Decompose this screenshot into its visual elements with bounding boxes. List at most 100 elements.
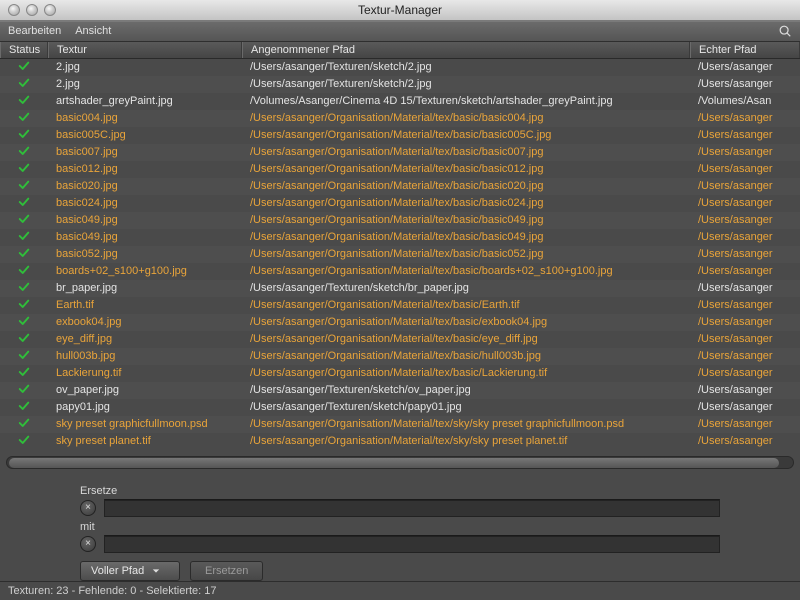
scrollbar-thumb[interactable] — [9, 458, 779, 468]
real-path-cell: /Users/asanger — [690, 146, 800, 158]
assumed-path-cell: /Users/asanger/Organisation/Material/tex… — [242, 214, 690, 226]
status-cell — [0, 247, 48, 262]
texture-cell: Earth.tif — [48, 299, 242, 311]
texture-cell: artshader_greyPaint.jpg — [48, 95, 242, 107]
assumed-path-cell: /Users/asanger/Organisation/Material/tex… — [242, 265, 690, 277]
assumed-path-cell: /Users/asanger/Organisation/Material/tex… — [242, 333, 690, 345]
table-row[interactable]: basic049.jpg/Users/asanger/Organisation/… — [0, 229, 800, 246]
table-row[interactable]: eye_diff.jpg/Users/asanger/Organisation/… — [0, 331, 800, 348]
texture-cell: sky preset graphicfullmoon.psd — [48, 418, 242, 430]
table-row[interactable]: sky preset graphicfullmoon.psd/Users/asa… — [0, 416, 800, 433]
texture-cell: basic024.jpg — [48, 197, 242, 209]
texture-cell: hull003b.jpg — [48, 350, 242, 362]
real-path-cell: /Users/asanger — [690, 316, 800, 328]
check-icon — [18, 315, 30, 330]
status-cell — [0, 94, 48, 109]
table-row[interactable]: basic007.jpg/Users/asanger/Organisation/… — [0, 144, 800, 161]
texture-cell: basic049.jpg — [48, 231, 242, 243]
real-path-cell: /Users/asanger — [690, 299, 800, 311]
column-header-assumed-path[interactable]: Angenommener Pfad — [242, 42, 690, 58]
status-cell — [0, 77, 48, 92]
table-row[interactable]: artshader_greyPaint.jpg/Volumes/Asanger/… — [0, 93, 800, 110]
clear-with-input-button[interactable]: × — [80, 536, 96, 552]
real-path-cell: /Users/asanger — [690, 418, 800, 430]
table-row[interactable]: br_paper.jpg/Users/asanger/Texturen/sket… — [0, 280, 800, 297]
table-row[interactable]: Earth.tif/Users/asanger/Organisation/Mat… — [0, 297, 800, 314]
status-cell — [0, 162, 48, 177]
real-path-cell: /Users/asanger — [690, 384, 800, 396]
chevron-down-icon — [152, 567, 160, 575]
column-header-real-path[interactable]: Echter Pfad — [690, 42, 800, 58]
assumed-path-cell: /Users/asanger/Organisation/Material/tex… — [242, 367, 690, 379]
check-icon — [18, 179, 30, 194]
texture-cell: Lackierung.tif — [48, 367, 242, 379]
path-mode-value: Voller Pfad — [91, 565, 144, 577]
horizontal-scrollbar[interactable] — [6, 456, 794, 469]
real-path-cell: /Users/asanger — [690, 435, 800, 447]
texture-cell: basic007.jpg — [48, 146, 242, 158]
column-header-texture[interactable]: Textur — [48, 42, 242, 58]
check-icon — [18, 60, 30, 75]
table-row[interactable]: sky preset planet.tif/Users/asanger/Orga… — [0, 433, 800, 450]
menu-edit[interactable]: Bearbeiten — [8, 25, 61, 37]
status-cell — [0, 128, 48, 143]
status-cell — [0, 332, 48, 347]
status-cell — [0, 315, 48, 330]
real-path-cell: /Users/asanger — [690, 333, 800, 345]
real-path-cell: /Users/asanger — [690, 248, 800, 260]
texture-cell: basic004.jpg — [48, 112, 242, 124]
table-row[interactable]: hull003b.jpg/Users/asanger/Organisation/… — [0, 348, 800, 365]
menu-view[interactable]: Ansicht — [75, 25, 111, 37]
assumed-path-cell: /Volumes/Asanger/Cinema 4D 15/Texturen/s… — [242, 95, 690, 107]
table-row[interactable]: papy01.jpg/Users/asanger/Texturen/sketch… — [0, 399, 800, 416]
assumed-path-cell: /Users/asanger/Organisation/Material/tex… — [242, 350, 690, 362]
table-row[interactable]: basic004.jpg/Users/asanger/Organisation/… — [0, 110, 800, 127]
real-path-cell: /Users/asanger — [690, 61, 800, 73]
table-body: 2.jpg/Users/asanger/Texturen/sketch/2.jp… — [0, 59, 800, 450]
table-header: Status Textur Angenommener Pfad Echter P… — [0, 42, 800, 59]
table-row[interactable]: basic012.jpg/Users/asanger/Organisation/… — [0, 161, 800, 178]
texture-cell: 2.jpg — [48, 78, 242, 90]
assumed-path-cell: /Users/asanger/Organisation/Material/tex… — [242, 316, 690, 328]
table-row[interactable]: basic024.jpg/Users/asanger/Organisation/… — [0, 195, 800, 212]
table-row[interactable]: basic020.jpg/Users/asanger/Organisation/… — [0, 178, 800, 195]
table-row[interactable]: basic049.jpg/Users/asanger/Organisation/… — [0, 212, 800, 229]
assumed-path-cell: /Users/asanger/Organisation/Material/tex… — [242, 112, 690, 124]
check-icon — [18, 383, 30, 398]
real-path-cell: /Users/asanger — [690, 129, 800, 141]
replace-panel: Ersetze × mit × Voller Pfad Ersetzen — [0, 469, 800, 581]
replace-button[interactable]: Ersetzen — [190, 561, 263, 581]
column-header-status[interactable]: Status — [0, 42, 48, 58]
texture-cell: papy01.jpg — [48, 401, 242, 413]
window-titlebar: Textur-Manager — [0, 0, 800, 21]
replace-input[interactable] — [104, 499, 720, 517]
check-icon — [18, 332, 30, 347]
texture-cell: sky preset planet.tif — [48, 435, 242, 447]
check-icon — [18, 230, 30, 245]
table-row[interactable]: Lackierung.tif/Users/asanger/Organisatio… — [0, 365, 800, 382]
with-input[interactable] — [104, 535, 720, 553]
table-row[interactable]: ov_paper.jpg/Users/asanger/Texturen/sket… — [0, 382, 800, 399]
texture-cell: boards+02_s100+g100.jpg — [48, 265, 242, 277]
search-icon[interactable] — [778, 24, 792, 38]
table-row[interactable]: exbook04.jpg/Users/asanger/Organisation/… — [0, 314, 800, 331]
check-icon — [18, 77, 30, 92]
table-row[interactable]: boards+02_s100+g100.jpg/Users/asanger/Or… — [0, 263, 800, 280]
status-bar: Texturen: 23 - Fehlende: 0 - Selektierte… — [0, 581, 800, 600]
table-row[interactable]: 2.jpg/Users/asanger/Texturen/sketch/2.jp… — [0, 76, 800, 93]
texture-cell: basic020.jpg — [48, 180, 242, 192]
table-row[interactable]: basic005C.jpg/Users/asanger/Organisation… — [0, 127, 800, 144]
path-mode-dropdown[interactable]: Voller Pfad — [80, 561, 180, 581]
status-cell — [0, 298, 48, 313]
status-cell — [0, 383, 48, 398]
clear-replace-input-button[interactable]: × — [80, 500, 96, 516]
table-row[interactable]: 2.jpg/Users/asanger/Texturen/sketch/2.jp… — [0, 59, 800, 76]
texture-cell: 2.jpg — [48, 61, 242, 73]
table-row[interactable]: basic052.jpg/Users/asanger/Organisation/… — [0, 246, 800, 263]
real-path-cell: /Users/asanger — [690, 367, 800, 379]
status-cell — [0, 366, 48, 381]
status-cell — [0, 281, 48, 296]
assumed-path-cell: /Users/asanger/Organisation/Material/tex… — [242, 197, 690, 209]
window-title: Textur-Manager — [0, 3, 800, 17]
status-cell — [0, 230, 48, 245]
